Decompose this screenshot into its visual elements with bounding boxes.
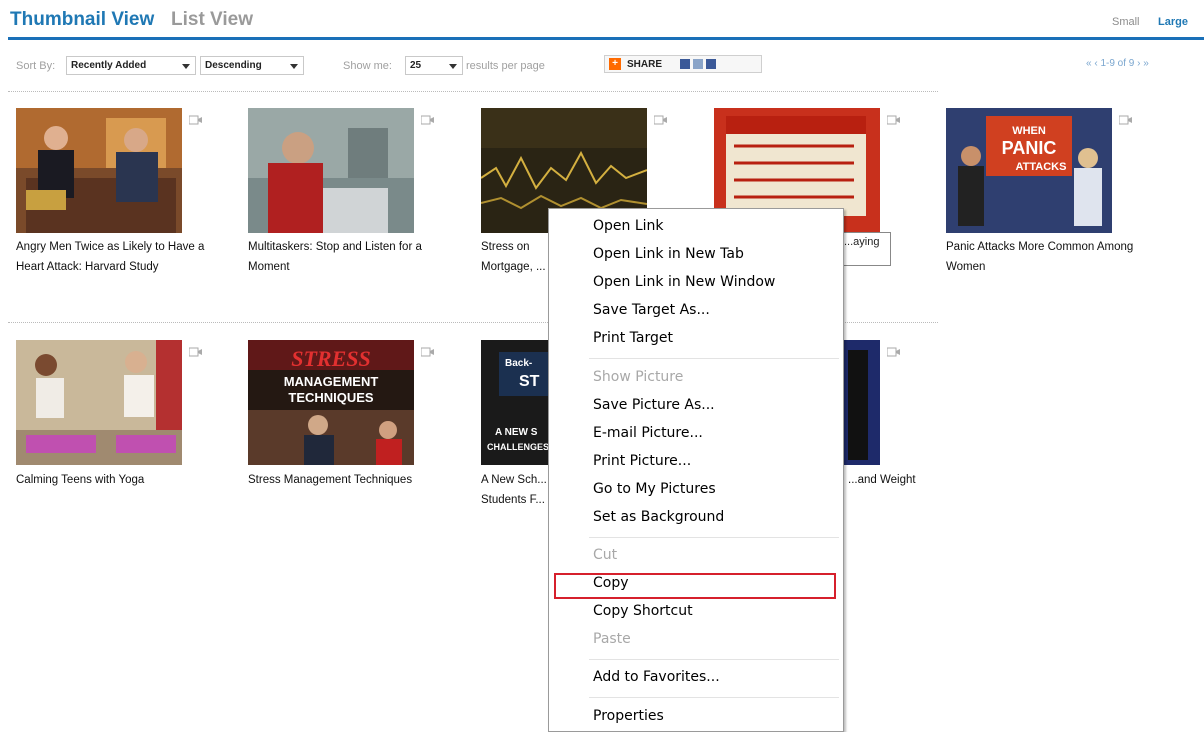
menu-item-show-picture: Show Picture — [593, 369, 684, 385]
facebook-icon — [706, 59, 717, 69]
email-icon — [693, 59, 704, 69]
sort-by-value: Recently Added — [71, 60, 147, 71]
order-select[interactable]: Descending — [200, 56, 304, 75]
camera-icon — [886, 112, 901, 130]
show-me-label: Show me: — [343, 60, 392, 72]
svg-text:CHALLENGES: CHALLENGES — [487, 442, 549, 452]
video-title-link[interactable]: A New Sch... Students F... — [481, 470, 549, 510]
svg-text:ATTACKS: ATTACKS — [1016, 161, 1067, 173]
chevron-down-icon — [182, 64, 190, 69]
tooltip: ...aying — [837, 232, 891, 266]
video-title-link[interactable]: Calming Teens with Yoga — [16, 470, 206, 490]
menu-item-print-target[interactable]: Print Target — [593, 330, 673, 346]
video-title-link[interactable]: Panic Attacks More Common Among Women — [946, 237, 1136, 277]
svg-text:TECHNIQUES: TECHNIQUES — [288, 390, 374, 405]
results-per-page-label: results per page — [466, 60, 545, 72]
camera-icon — [420, 112, 435, 130]
menu-separator — [589, 697, 839, 698]
video-thumbnail[interactable]: Back- ST A NEW S CHALLENGES — [481, 340, 549, 465]
camera-icon — [886, 344, 901, 362]
video-thumbnail[interactable] — [248, 108, 414, 233]
menu-separator — [589, 358, 839, 359]
svg-text:Back-: Back- — [505, 358, 532, 369]
menu-item-print-picture[interactable]: Print Picture... — [593, 453, 691, 469]
video-thumbnail[interactable] — [16, 340, 182, 465]
video-thumbnail[interactable]: WHEN PANIC ATTACKS — [946, 108, 1112, 233]
video-title-link[interactable]: Multitaskers: Stop and Listen for a Mome… — [248, 237, 438, 277]
menu-item-add-to-favorites[interactable]: Add to Favorites... — [593, 669, 720, 685]
sort-by-label: Sort By: — [16, 60, 56, 72]
menu-item-copy[interactable]: Copy — [593, 575, 629, 591]
facebook-icon — [680, 59, 691, 69]
camera-icon — [188, 112, 203, 130]
menu-item-properties[interactable]: Properties — [593, 708, 664, 724]
menu-item-cut: Cut — [593, 547, 618, 563]
svg-text:WHEN: WHEN — [1012, 125, 1046, 137]
tab-list-view[interactable]: List View — [171, 9, 253, 31]
share-plus-icon: + — [609, 58, 621, 70]
camera-icon — [420, 344, 435, 362]
menu-item-open-link-new-window[interactable]: Open Link in New Window — [593, 274, 775, 290]
menu-item-paste: Paste — [593, 631, 631, 647]
menu-item-set-as-background[interactable]: Set as Background — [593, 509, 724, 525]
svg-text:STRESS: STRESS — [291, 346, 371, 371]
menu-item-email-picture[interactable]: E-mail Picture... — [593, 425, 703, 441]
video-title-link[interactable]: Stress Management Techniques — [248, 470, 438, 490]
menu-separator — [589, 659, 839, 660]
menu-item-save-picture-as[interactable]: Save Picture As... — [593, 397, 715, 413]
share-label: SHARE — [627, 58, 663, 70]
menu-item-open-link-new-tab[interactable]: Open Link in New Tab — [593, 246, 744, 262]
video-title-link[interactable]: Stress on Mortgage, ... — [481, 237, 547, 277]
svg-text:MANAGEMENT: MANAGEMENT — [284, 374, 379, 389]
menu-item-go-to-my-pictures[interactable]: Go to My Pictures — [593, 481, 716, 497]
video-title-link[interactable]: ...and Weight — [848, 470, 928, 490]
video-thumbnail[interactable] — [16, 108, 182, 233]
video-thumbnail[interactable] — [844, 340, 880, 465]
camera-icon — [653, 112, 668, 130]
results-count-value: 25 — [410, 60, 422, 71]
pagination[interactable]: « ‹ 1-9 of 9 › » — [1086, 58, 1149, 69]
video-thumbnail[interactable]: STRESS MANAGEMENT TECHNIQUES — [248, 340, 414, 465]
svg-text:A NEW S: A NEW S — [495, 427, 538, 438]
video-title-link[interactable]: Angry Men Twice as Likely to Have a Hear… — [16, 237, 206, 277]
size-small-link[interactable]: Small — [1112, 16, 1140, 28]
tab-thumbnail-view[interactable]: Thumbnail View — [10, 9, 154, 31]
camera-icon — [1118, 112, 1133, 130]
svg-text:PANIC: PANIC — [1002, 138, 1057, 158]
menu-item-save-target-as[interactable]: Save Target As... — [593, 302, 710, 318]
context-menu[interactable]: Open Link Open Link in New Tab Open Link… — [548, 208, 844, 732]
results-count-select[interactable]: 25 — [405, 56, 463, 75]
chevron-down-icon — [449, 64, 457, 69]
menu-item-copy-shortcut[interactable]: Copy Shortcut — [593, 603, 693, 619]
chevron-down-icon — [290, 64, 298, 69]
menu-item-open-link[interactable]: Open Link — [593, 218, 664, 234]
share-button[interactable]: + SHARE — [604, 55, 762, 73]
svg-text:ST: ST — [519, 373, 540, 390]
size-large-link[interactable]: Large — [1158, 16, 1188, 28]
menu-separator — [589, 537, 839, 538]
camera-icon — [188, 344, 203, 362]
row-divider — [8, 91, 938, 92]
sort-by-select[interactable]: Recently Added — [66, 56, 196, 75]
header-divider — [8, 37, 1204, 40]
order-value: Descending — [205, 60, 262, 71]
